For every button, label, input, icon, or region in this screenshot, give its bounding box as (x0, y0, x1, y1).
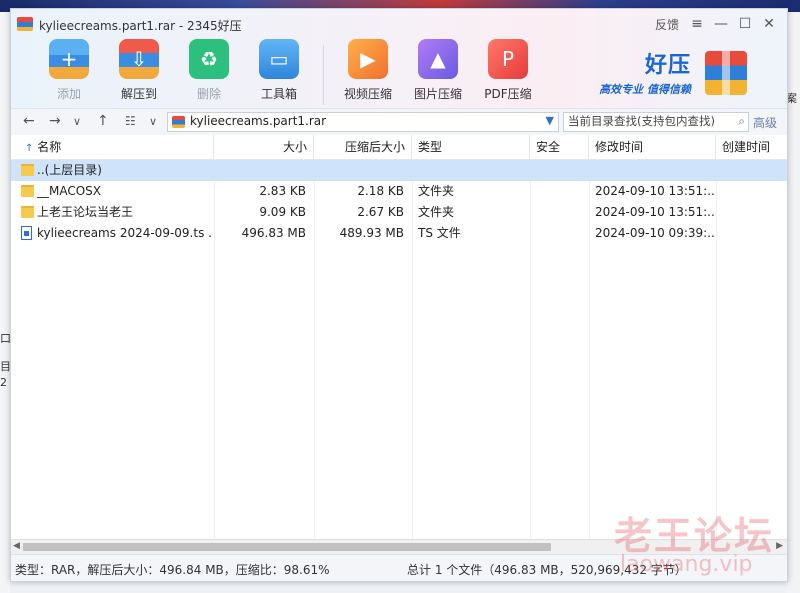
column-size[interactable]: 大小 (214, 135, 314, 159)
window-controls: 反馈 ≡ — ☐ ✕ (649, 14, 781, 34)
row-name: ..(上层目录) (37, 163, 102, 177)
archive-info: 类型：RAR，解压后大小：496.84 MB，压缩比：98.61% (15, 563, 330, 577)
pdf-compress-icon: P (488, 39, 528, 79)
row-packed-size: 489.93 MB (339, 226, 404, 240)
view-dropdown-icon[interactable]: ∨ (149, 115, 157, 128)
row-name: 上老王论坛当老王 (37, 205, 134, 219)
address-bar: ← → ∨ ↑ ☷ ∨ kylieecreams.part1.rar ▼ ⌕ 高… (11, 108, 787, 136)
add-button[interactable]: + 添加 (39, 39, 99, 105)
sort-up-icon: ↑ (25, 143, 34, 154)
app-icon (17, 17, 33, 31)
background-window-left: 口 目 2 (0, 12, 11, 593)
file-list: ↑ 名称 大小 压缩后大小 类型 安全 修改时间 创建时间 ..(上层目录) _… (11, 135, 787, 539)
row-modified: 2024-09-10 13:51:... (595, 205, 715, 219)
back-arrow-icon[interactable]: ← (23, 113, 35, 129)
feedback-button[interactable]: 反馈 (649, 14, 685, 34)
image-compress-button[interactable]: ▲ 图片压缩 (408, 39, 468, 105)
path-text: kylieecreams.part1.rar (190, 114, 327, 128)
add-archive-icon: + (49, 39, 89, 79)
search-field[interactable]: ⌕ (563, 112, 749, 132)
row-size: 2.83 KB (259, 184, 306, 198)
watermark-url: laowang.vip (620, 552, 753, 577)
menu-icon[interactable]: ≡ (685, 14, 709, 34)
pdf-compress-button[interactable]: P PDF压缩 (478, 39, 538, 105)
row-type: 文件夹 (418, 205, 455, 219)
table-row[interactable]: kylieecreams 2024-09-09.ts ... 496.83 MB… (11, 223, 787, 244)
toolbar-divider (323, 45, 324, 105)
image-compress-icon: ▲ (418, 39, 458, 79)
column-packed-size[interactable]: 压缩后大小 (314, 135, 412, 159)
row-packed-size: 2.18 KB (357, 184, 404, 198)
recycle-bin-icon: ♻ (189, 39, 229, 79)
toolbar: + 添加 ⇩ 解压到 ♻ 删除 ▭ 工具箱 ▶ 视频压缩 ▲ 图片压缩 P PD… (39, 39, 548, 105)
toolbox-button[interactable]: ▭ 工具箱 (249, 39, 309, 105)
column-header: ↑ 名称 大小 压缩后大小 类型 安全 修改时间 创建时间 (11, 135, 787, 160)
column-modified[interactable]: 修改时间 (589, 135, 716, 159)
brand: 好压 高效专业 值得信赖 (581, 47, 691, 97)
folder-icon (21, 206, 34, 218)
row-name: __MACOSX (37, 184, 102, 198)
maximize-icon[interactable]: ☐ (733, 14, 757, 34)
row-modified: 2024-09-10 09:39:... (595, 226, 715, 240)
folder-icon (21, 185, 34, 197)
column-created[interactable]: 创建时间 (716, 135, 787, 159)
brand-slogan: 高效专业 值得信赖 (599, 83, 691, 96)
forward-arrow-icon[interactable]: → (49, 113, 61, 129)
extract-button[interactable]: ⇩ 解压到 (109, 39, 169, 105)
column-type[interactable]: 类型 (412, 135, 530, 159)
history-dropdown-icon[interactable]: ∨ (73, 115, 81, 128)
extract-archive-icon: ⇩ (119, 39, 159, 79)
row-type: TS 文件 (418, 226, 461, 240)
minimize-icon[interactable]: — (709, 14, 733, 34)
view-mode-icon[interactable]: ☷ (125, 114, 136, 128)
app-window: kylieecreams.part1.rar - 2345好压 反馈 ≡ — ☐… (10, 8, 788, 582)
archive-icon (172, 116, 185, 128)
scroll-left-icon[interactable]: ◀ (13, 541, 20, 551)
row-size: 496.83 MB (241, 226, 306, 240)
scrollbar-thumb[interactable] (23, 543, 551, 551)
search-input[interactable] (564, 113, 732, 129)
table-row[interactable]: ..(上层目录) (11, 160, 787, 181)
search-icon[interactable]: ⌕ (738, 114, 745, 129)
video-file-icon (21, 226, 32, 240)
brand-logo-icon (705, 51, 747, 95)
background-window-right: 案 (786, 12, 800, 593)
folder-icon (21, 164, 34, 176)
window-title: kylieecreams.part1.rar - 2345好压 (39, 19, 242, 33)
column-name[interactable]: ↑ 名称 (11, 135, 214, 159)
video-compress-button[interactable]: ▶ 视频压缩 (338, 39, 398, 105)
table-row[interactable]: __MACOSX 2.83 KB 2.18 KB 文件夹 2024-09-10 … (11, 181, 787, 202)
column-security[interactable]: 安全 (530, 135, 589, 159)
row-size: 9.09 KB (259, 205, 306, 219)
delete-button[interactable]: ♻ 删除 (179, 39, 239, 105)
toolbox-icon: ▭ (259, 39, 299, 79)
path-dropdown-icon[interactable]: ▼ (546, 114, 554, 127)
header: kylieecreams.part1.rar - 2345好压 反馈 ≡ — ☐… (11, 9, 787, 108)
scroll-right-icon[interactable]: ▶ (776, 541, 783, 551)
row-packed-size: 2.67 KB (357, 205, 404, 219)
row-type: 文件夹 (418, 184, 455, 198)
path-field[interactable]: kylieecreams.part1.rar ▼ (167, 112, 559, 132)
video-compress-icon: ▶ (348, 39, 388, 79)
advanced-search-link[interactable]: 高级 (753, 114, 777, 131)
up-arrow-icon[interactable]: ↑ (97, 113, 109, 129)
table-row[interactable]: 上老王论坛当老王 9.09 KB 2.67 KB 文件夹 2024-09-10 … (11, 202, 787, 223)
close-icon[interactable]: ✕ (757, 14, 781, 34)
row-modified: 2024-09-10 13:51:... (595, 184, 715, 198)
row-name: kylieecreams 2024-09-09.ts ... (37, 226, 213, 240)
brand-name: 好压 (644, 53, 691, 78)
